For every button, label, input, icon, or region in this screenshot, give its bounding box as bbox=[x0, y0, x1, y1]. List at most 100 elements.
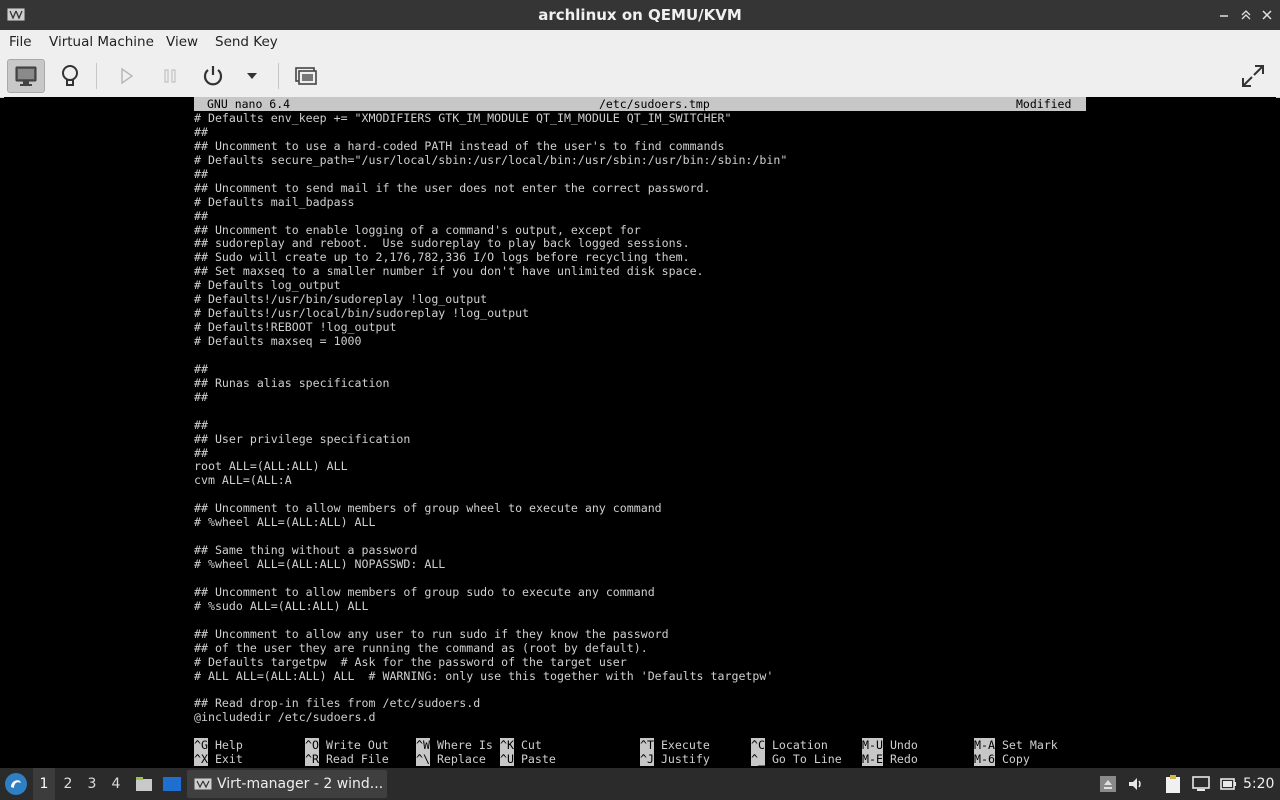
nano-line[interactable]: ## Uncomment to enable logging of a comm… bbox=[194, 223, 1086, 237]
close-icon[interactable] bbox=[1259, 7, 1275, 23]
nano-line[interactable]: ## Runas alias specification bbox=[194, 376, 1086, 390]
nano-line[interactable]: ## bbox=[194, 446, 1086, 460]
nano-line[interactable]: ## Read drop-in files from /etc/sudoers.… bbox=[194, 696, 1086, 710]
nano-line[interactable]: ## User privilege specification bbox=[194, 432, 1086, 446]
file-manager-icon[interactable] bbox=[134, 774, 154, 794]
nano-line[interactable]: ## Set maxseq to a smaller number if you… bbox=[194, 264, 1086, 278]
nano-line[interactable]: ## bbox=[194, 418, 1086, 432]
nano-line[interactable]: ## bbox=[194, 362, 1086, 376]
shortcut-label: Location bbox=[771, 738, 828, 752]
taskbar: 1 2 3 4 Virt-manager - 2 wind... 5:20 bbox=[0, 768, 1280, 800]
shortcut-key: ^K bbox=[500, 738, 514, 752]
nano-line[interactable] bbox=[194, 487, 1086, 501]
nano-line[interactable] bbox=[194, 613, 1086, 627]
vm-console[interactable]: GNU nano 6.4 /etc/sudoers.tmp Modified #… bbox=[4, 97, 1276, 768]
maximize-icon[interactable] bbox=[1238, 7, 1254, 23]
workspace-4[interactable]: 4 bbox=[105, 768, 127, 800]
nano-shortcut: ^R Read File bbox=[305, 752, 389, 766]
shortcut-label: Redo bbox=[889, 752, 918, 766]
nano-line[interactable]: ## bbox=[194, 209, 1086, 223]
nano-line[interactable]: # Defaults log_output bbox=[194, 278, 1086, 292]
nano-editor[interactable]: GNU nano 6.4 /etc/sudoers.tmp Modified #… bbox=[194, 97, 1086, 768]
nano-line[interactable]: # Defaults mail_badpass bbox=[194, 195, 1086, 209]
clipboard-icon[interactable] bbox=[1163, 774, 1183, 794]
console-view-button[interactable] bbox=[7, 59, 45, 93]
nano-line[interactable] bbox=[194, 571, 1086, 585]
nano-line[interactable]: @includedir /etc/sudoers.d bbox=[194, 710, 1086, 724]
nano-line[interactable]: # Defaults env_keep += "XMODIFIERS GTK_I… bbox=[194, 111, 1086, 125]
shortcut-key: M-A bbox=[974, 738, 995, 752]
workspace-1[interactable]: 1 bbox=[33, 768, 55, 800]
shortcut-label: Undo bbox=[889, 738, 918, 752]
nano-line[interactable]: # Defaults!REBOOT !log_output bbox=[194, 320, 1086, 334]
shortcut-key: M-6 bbox=[974, 752, 995, 766]
nano-line[interactable]: ## Uncomment to allow members of group w… bbox=[194, 501, 1086, 515]
nano-line[interactable]: ## bbox=[194, 167, 1086, 181]
shutdown-menu-button[interactable] bbox=[233, 59, 271, 93]
toolbar-separator bbox=[96, 63, 97, 89]
minimize-icon[interactable] bbox=[1216, 7, 1232, 23]
nano-line[interactable]: ## Same thing without a password bbox=[194, 543, 1086, 557]
taskbar-task-virt-manager[interactable]: Virt-manager - 2 wind... bbox=[187, 770, 387, 798]
shortcut-key: M-E bbox=[862, 752, 883, 766]
start-menu-icon[interactable] bbox=[4, 772, 28, 796]
fullscreen-button[interactable] bbox=[1234, 59, 1272, 93]
nano-line[interactable]: # %wheel ALL=(ALL:ALL) ALL bbox=[194, 515, 1086, 529]
shortcut-label: Exit bbox=[214, 752, 243, 766]
nano-line[interactable]: ## Uncomment to allow any user to run su… bbox=[194, 627, 1086, 641]
nano-line[interactable]: # Defaults!/usr/bin/sudoreplay !log_outp… bbox=[194, 292, 1086, 306]
nano-line[interactable]: ## Uncomment to use a hard-coded PATH in… bbox=[194, 139, 1086, 153]
menu-view[interactable]: View bbox=[166, 30, 198, 55]
show-desktop-icon[interactable] bbox=[162, 774, 182, 794]
nano-line[interactable]: root ALL=(ALL:ALL) ALL bbox=[194, 459, 1086, 473]
nano-shortcut: ^J Justify bbox=[640, 752, 710, 766]
nano-line[interactable]: # Defaults secure_path="/usr/local/sbin:… bbox=[194, 153, 1086, 167]
shortcut-label: Set Mark bbox=[1001, 738, 1058, 752]
pause-icon bbox=[164, 69, 176, 83]
menu-send-key[interactable]: Send Key bbox=[215, 30, 278, 55]
nano-line[interactable]: ## Sudo will create up to 2,176,782,336 … bbox=[194, 250, 1086, 264]
snapshots-button[interactable] bbox=[287, 59, 325, 93]
title-bar: archlinux on QEMU/KVM bbox=[0, 0, 1280, 30]
run-button[interactable] bbox=[107, 59, 145, 93]
workspace-2[interactable]: 2 bbox=[57, 768, 79, 800]
nano-line[interactable]: cvm ALL=(ALL:A bbox=[194, 473, 1086, 487]
nano-buffer[interactable]: # Defaults env_keep += "XMODIFIERS GTK_I… bbox=[194, 111, 1086, 724]
pause-button[interactable] bbox=[151, 59, 189, 93]
power-icon bbox=[203, 66, 223, 86]
nano-shortcut: ^_ Go To Line bbox=[751, 752, 842, 766]
shutdown-button[interactable] bbox=[194, 59, 232, 93]
nano-line[interactable]: ## bbox=[194, 125, 1086, 139]
nano-shortcut-bar: ^G Help ^X Exit ^O Write Out ^R Read File ^W… bbox=[194, 738, 1086, 766]
nano-shortcut: ^O Write Out bbox=[305, 738, 389, 752]
volume-icon[interactable] bbox=[1126, 774, 1146, 794]
battery-icon[interactable] bbox=[1218, 774, 1238, 794]
nano-shortcut: M-6 Copy bbox=[974, 752, 1030, 766]
nano-line[interactable]: # Defaults!/usr/local/bin/sudoreplay !lo… bbox=[194, 306, 1086, 320]
nano-line[interactable] bbox=[194, 404, 1086, 418]
nano-line[interactable]: ## Uncomment to send mail if the user do… bbox=[194, 181, 1086, 195]
nano-shortcut: ^\ Replace bbox=[416, 752, 486, 766]
eject-icon[interactable] bbox=[1098, 774, 1118, 794]
details-view-button[interactable] bbox=[51, 59, 89, 93]
shortcut-key: ^O bbox=[305, 738, 319, 752]
nano-line[interactable] bbox=[194, 348, 1086, 362]
nano-line[interactable]: # %sudo ALL=(ALL:ALL) ALL bbox=[194, 599, 1086, 613]
task-label: Virt-manager - 2 wind... bbox=[217, 776, 384, 792]
nano-line[interactable]: # Defaults maxseq = 1000 bbox=[194, 334, 1086, 348]
display-icon[interactable] bbox=[1191, 774, 1211, 794]
menu-virtual-machine[interactable]: Virtual Machine bbox=[49, 30, 154, 55]
nano-line[interactable]: # ALL ALL=(ALL:ALL) ALL # WARNING: only … bbox=[194, 669, 1086, 683]
nano-line[interactable]: ## Uncomment to allow members of group s… bbox=[194, 585, 1086, 599]
nano-line[interactable]: # Defaults targetpw # Ask for the passwo… bbox=[194, 655, 1086, 669]
menu-bar: File Virtual Machine View Send Key bbox=[0, 30, 1280, 55]
nano-line[interactable] bbox=[194, 682, 1086, 696]
nano-line[interactable]: # %wheel ALL=(ALL:ALL) NOPASSWD: ALL bbox=[194, 557, 1086, 571]
nano-line[interactable]: ## of the user they are running the comm… bbox=[194, 641, 1086, 655]
nano-line[interactable]: ## sudoreplay and reboot. Use sudoreplay… bbox=[194, 236, 1086, 250]
nano-line[interactable]: ## bbox=[194, 390, 1086, 404]
workspace-3[interactable]: 3 bbox=[81, 768, 103, 800]
nano-shortcut: M-E Redo bbox=[862, 752, 918, 766]
menu-file[interactable]: File bbox=[9, 30, 32, 55]
nano-line[interactable] bbox=[194, 529, 1086, 543]
